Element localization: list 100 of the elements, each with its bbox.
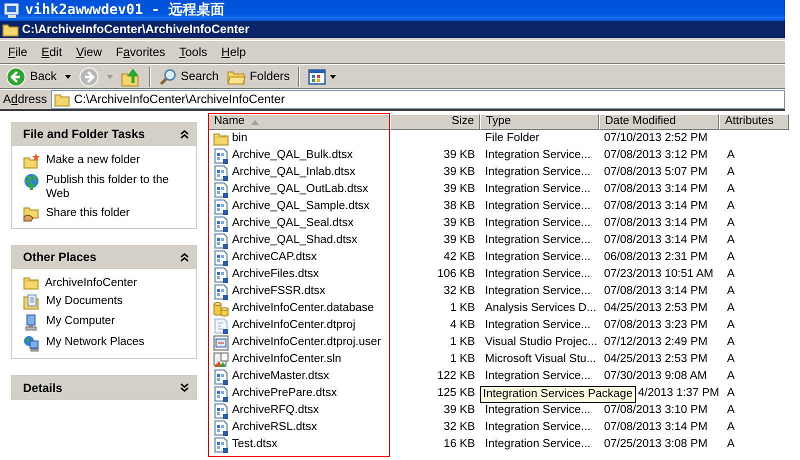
address-label: Address <box>3 92 48 107</box>
address-field[interactable]: C:\ArchiveInfoCenter\ArchiveInfoCenter <box>51 90 785 109</box>
column-header[interactable]: Attributes <box>719 114 789 130</box>
package-file-icon <box>213 250 229 266</box>
file-size: 39 KB <box>444 182 475 196</box>
menu-item[interactable]: File <box>4 42 34 62</box>
column-header[interactable]: Date Modified <box>599 114 719 130</box>
date-modified: 07/25/2013 3:08 PM <box>604 438 708 452</box>
date-modified: 04/25/2013 2:53 PM <box>604 352 708 366</box>
panel-header[interactable]: File and Folder Tasks <box>12 123 196 146</box>
panel-header[interactable]: Details <box>12 376 196 400</box>
globe-icon <box>23 173 40 190</box>
task-link[interactable]: My Network Places <box>46 335 144 350</box>
file-size: 39 KB <box>444 234 475 248</box>
file-attributes: A <box>727 200 735 214</box>
search-button[interactable]: Search <box>156 66 222 86</box>
file-name[interactable]: ArchiveCAP.dtsx <box>208 249 390 266</box>
caret-icon <box>106 74 113 78</box>
folder-icon <box>213 132 229 146</box>
date-modified: 07/08/2013 3:14 PM <box>604 200 708 214</box>
column-header[interactable]: Type <box>480 114 599 130</box>
date-modified: 07/08/2013 3:14 PM <box>604 216 708 230</box>
menu-item[interactable]: Tools <box>175 42 214 62</box>
file-attributes: A <box>727 438 735 452</box>
file-name[interactable]: ArchivePrePare.dtsx <box>208 385 390 402</box>
package-file-icon <box>213 266 229 282</box>
file-name[interactable]: Test.dtsx <box>208 436 390 453</box>
file-name[interactable]: bin <box>208 130 390 147</box>
file-attributes: A <box>727 370 735 384</box>
package-file-icon <box>213 386 229 402</box>
task-link[interactable]: ArchiveInfoCenter <box>45 276 138 290</box>
file-name[interactable]: ArchiveRSL.dtsx <box>208 419 390 436</box>
task-link[interactable]: Make a new folder <box>46 153 140 168</box>
search-icon <box>158 68 177 86</box>
date-modified: 07/08/2013 3:14 PM <box>604 182 708 196</box>
menu-item[interactable]: View <box>72 42 108 62</box>
menu-item[interactable]: Favorites <box>112 42 172 62</box>
back-button[interactable]: Back <box>3 66 74 88</box>
monitor-icon <box>3 2 21 18</box>
file-name[interactable]: ArchiveInfoCenter.database <box>208 300 390 317</box>
file-type: Integration Service... <box>485 216 590 230</box>
task-link[interactable]: My Computer <box>46 314 116 330</box>
file-name[interactable]: ArchiveInfoCenter.sln <box>208 351 390 368</box>
file-name[interactable]: Archive_QAL_Sample.dtsx <box>208 198 390 215</box>
package-file-icon <box>213 232 229 248</box>
file-size: 38 KB <box>444 200 475 214</box>
file-attributes: A <box>727 352 735 366</box>
file-size: 32 KB <box>444 284 475 298</box>
file-attributes: A <box>727 386 735 400</box>
file-size: 4 KB <box>450 318 475 332</box>
column-header[interactable]: Name <box>208 114 390 130</box>
date-modified: 07/10/2013 2:52 PM <box>604 132 708 146</box>
date-modified: 07/30/2013 9:08 AM <box>604 370 707 384</box>
file-type: Microsoft Visual Stu... <box>485 352 596 366</box>
file-attributes: A <box>727 250 735 264</box>
file-name[interactable]: Archive_QAL_Inlab.dtsx <box>208 164 390 181</box>
package-file-icon <box>213 216 229 232</box>
file-type: Integration Service... <box>485 438 590 452</box>
task-link[interactable]: Publish this folder to the Web <box>46 173 190 202</box>
file-attributes: A <box>727 148 735 162</box>
file-type: Integration Service... <box>485 148 590 162</box>
file-name[interactable]: ArchiveRFQ.dtsx <box>208 402 390 419</box>
file-name[interactable]: ArchiveInfoCenter.dtproj.user <box>208 334 390 351</box>
file-attributes: A <box>727 268 735 282</box>
project-file-icon <box>213 318 229 334</box>
file-name[interactable]: Archive_QAL_Seal.dtsx <box>208 215 390 232</box>
expand-chevron-icon <box>180 383 189 392</box>
file-name[interactable]: ArchiveInfoCenter.dtproj <box>208 317 390 334</box>
task-link[interactable]: My Documents <box>46 294 123 310</box>
caret-icon <box>64 74 71 78</box>
file-name[interactable]: Archive_QAL_Shad.dtsx <box>208 232 390 249</box>
package-file-icon <box>213 182 229 198</box>
panel-header[interactable]: Other Places <box>12 246 196 269</box>
file-size: 39 KB <box>444 148 475 162</box>
file-attributes: A <box>727 404 735 418</box>
database-file-icon <box>213 300 229 316</box>
column-header[interactable]: Size <box>390 114 480 130</box>
file-type: Integration Service... <box>485 318 590 332</box>
new-folder-icon <box>23 153 40 169</box>
date-modified: 07/08/2013 3:14 PM <box>604 420 708 434</box>
documents-folder-icon <box>23 294 40 310</box>
folders-button[interactable]: Folders <box>224 68 293 86</box>
file-name[interactable]: ArchiveFSSR.dtsx <box>208 283 390 300</box>
file-type: Integration Service... <box>485 182 590 196</box>
file-name[interactable]: Archive_QAL_Bulk.dtsx <box>208 147 390 164</box>
package-file-icon <box>213 284 229 300</box>
file-type: Integration Service... <box>485 200 590 214</box>
network-computer-icon <box>23 335 40 352</box>
menu-item[interactable]: Edit <box>37 42 68 62</box>
file-name[interactable]: ArchiveFiles.dtsx <box>208 266 390 283</box>
window-title: vihk2awwwdev01 - 远程桌面 <box>25 2 224 19</box>
file-name[interactable]: ArchiveMaster.dtsx <box>208 368 390 385</box>
file-type: Integration Service... <box>485 420 590 434</box>
file-type: Visual Studio Projec... <box>485 336 598 350</box>
task-link[interactable]: Share this folder <box>46 206 130 220</box>
package-file-icon <box>213 368 229 384</box>
package-file-icon <box>213 164 229 180</box>
menu-item[interactable]: Help <box>217 42 252 62</box>
file-name[interactable]: Archive_QAL_OutLab.dtsx <box>208 181 390 198</box>
date-modified: 07/23/2013 10:51 AM <box>604 268 714 282</box>
